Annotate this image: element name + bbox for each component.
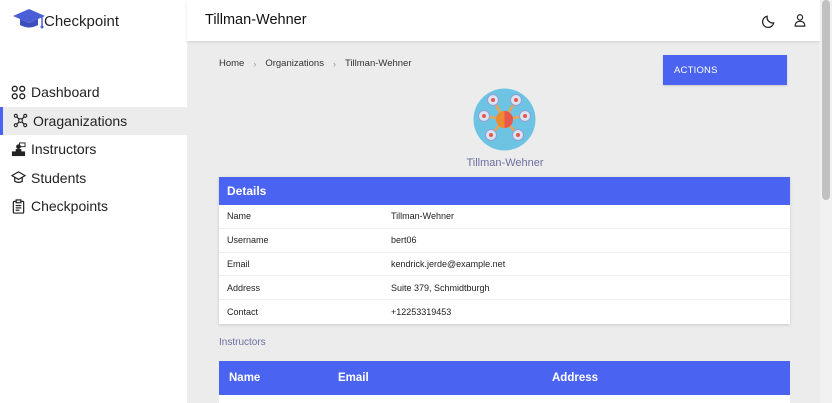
detail-value: Suite 379, Schmidtburgh [391, 282, 490, 293]
breadcrumb: Home › Organizations › Tillman-Wehner [219, 58, 412, 69]
detail-value: Tillman-Wehner [391, 211, 455, 222]
column-header-name[interactable]: Name [229, 372, 260, 384]
detail-key: Name [227, 211, 252, 222]
detail-value: bert06 [391, 235, 417, 246]
sidebar-item-dashboard[interactable]: Dashboard [0, 78, 187, 107]
page-title: Tillman-Wehner [205, 12, 307, 28]
details-row-email: Email kendrick.jerde@example.net [219, 253, 790, 277]
moon-icon[interactable] [761, 12, 777, 28]
chevron-right-icon: › [332, 58, 336, 69]
top-bar: Tillman-Wehner [187, 0, 820, 41]
sidebar-nav: Dashboard Oraganizations Instructors Stu… [0, 78, 187, 221]
actions-button[interactable]: ACTIONS [663, 55, 787, 85]
details-row-name: Name Tillman-Wehner [219, 205, 790, 229]
scrollbar-thumb[interactable] [822, 0, 830, 200]
details-header: Details [219, 177, 790, 205]
breadcrumb-current: Tillman-Wehner [344, 58, 412, 69]
scrollbar[interactable] [820, 0, 832, 403]
clipboard-icon [10, 198, 26, 214]
sidebar-item-label: Dashboard [31, 84, 100, 101]
user-icon[interactable] [792, 12, 808, 28]
instructors-section-title: Instructors [219, 337, 266, 348]
sidebar-item-organizations[interactable]: Oraganizations [0, 106, 187, 135]
detail-key: Address [227, 282, 261, 293]
detail-key: Email [227, 258, 250, 269]
sidebar-item-label: Students [31, 169, 87, 186]
sidebar-item-label: Oraganizations [33, 112, 128, 129]
detail-key: Username [227, 235, 269, 246]
detail-value: +12253319453 [391, 307, 452, 318]
network-icon [12, 113, 28, 129]
brand-name: Checkpoint [44, 12, 120, 30]
sidebar-item-label: Instructors [31, 141, 97, 158]
details-row-contact: Contact +12253319453 [219, 300, 790, 324]
grid-icon [10, 84, 26, 100]
sidebar-item-instructors[interactable]: Instructors [0, 135, 187, 164]
organization-name: Tillman-Wehner [466, 157, 544, 169]
brand[interactable]: Checkpoint [12, 8, 119, 34]
sidebar-item-checkpoints[interactable]: Checkpoints [0, 192, 187, 221]
chevron-right-icon: › [253, 58, 257, 69]
organization-avatar [473, 88, 536, 151]
detail-key: Contact [227, 307, 259, 318]
graduation-cap-icon [12, 6, 46, 37]
graduation-cap-icon [10, 170, 26, 186]
column-header-address[interactable]: Address [552, 372, 598, 384]
instructors-table-body [219, 395, 790, 403]
sidebar-item-label: Checkpoints [31, 198, 109, 215]
column-header-email[interactable]: Email [338, 372, 369, 384]
sidebar-item-students[interactable]: Students [0, 164, 187, 193]
sidebar: Checkpoint Dashboard Oraganizations Inst… [0, 0, 187, 403]
instructors-table-header: Name Email Address [219, 361, 790, 395]
details-card: Details Name Tillman-Wehner Username ber… [219, 177, 790, 324]
details-row-username: Username bert06 [219, 229, 790, 253]
breadcrumb-organizations[interactable]: Organizations [265, 58, 324, 69]
teacher-icon [10, 141, 26, 157]
detail-value: kendrick.jerde@example.net [391, 258, 506, 269]
details-row-address: Address Suite 379, Schmidtburgh [219, 276, 790, 301]
breadcrumb-home[interactable]: Home [219, 58, 244, 69]
